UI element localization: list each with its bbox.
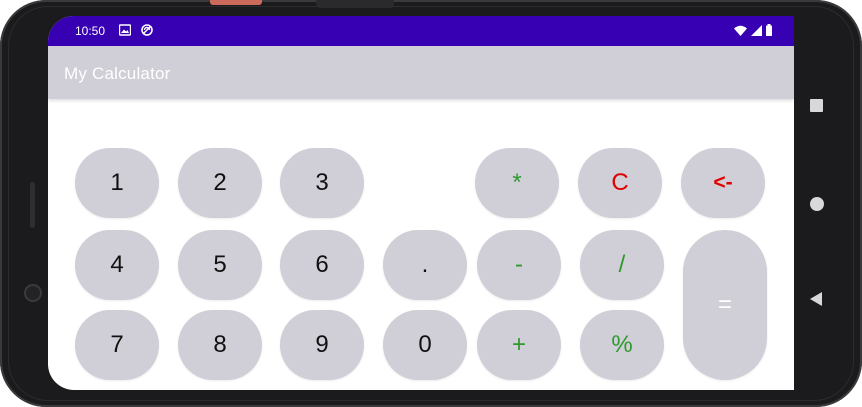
- percent-button[interactable]: %: [580, 310, 664, 380]
- key-2-button[interactable]: 2: [178, 148, 262, 218]
- clear-button[interactable]: C: [578, 148, 662, 218]
- equals-button[interactable]: =: [683, 230, 767, 380]
- key-3-button[interactable]: 3: [280, 148, 364, 218]
- phone-top-accent: [210, 0, 262, 5]
- phone-frame: 10:50 My Calculator 1 2 3 * C <- 4 5 6 .…: [0, 0, 862, 407]
- phone-top-notch: [316, 0, 394, 8]
- screen: 10:50 My Calculator 1 2 3 * C <- 4 5 6 .…: [48, 16, 794, 390]
- back-triangle-icon[interactable]: [810, 292, 822, 306]
- backspace-button[interactable]: <-: [681, 148, 765, 218]
- calculator-keypad: 1 2 3 * C <- 4 5 6 . - / 7 8 9 0 + % =: [48, 16, 794, 390]
- recents-square-icon[interactable]: [810, 99, 823, 112]
- front-camera-icon: [24, 284, 42, 302]
- key-1-button[interactable]: 1: [75, 148, 159, 218]
- key-4-button[interactable]: 4: [75, 230, 159, 300]
- key-9-button[interactable]: 9: [280, 310, 364, 380]
- decimal-point-button[interactable]: .: [383, 230, 467, 300]
- phone-side-button: [30, 182, 35, 228]
- key-8-button[interactable]: 8: [178, 310, 262, 380]
- multiply-button[interactable]: *: [475, 148, 559, 218]
- home-circle-icon[interactable]: [810, 197, 824, 211]
- key-0-button[interactable]: 0: [383, 310, 467, 380]
- plus-button[interactable]: +: [477, 310, 561, 380]
- key-5-button[interactable]: 5: [178, 230, 262, 300]
- divide-button[interactable]: /: [580, 230, 664, 300]
- key-6-button[interactable]: 6: [280, 230, 364, 300]
- minus-button[interactable]: -: [477, 230, 561, 300]
- key-7-button[interactable]: 7: [75, 310, 159, 380]
